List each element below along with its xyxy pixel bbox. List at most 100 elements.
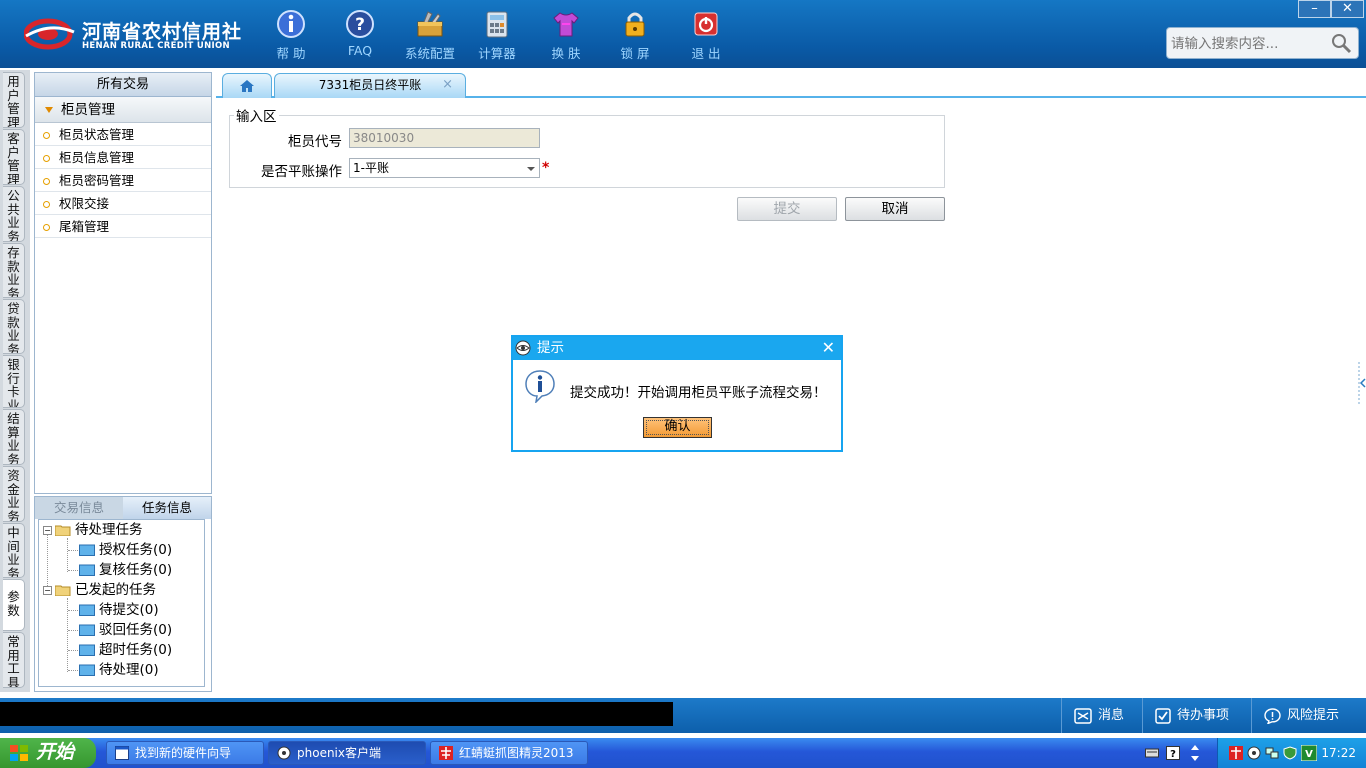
collapse-icon[interactable]: − <box>43 585 52 595</box>
menu-item-label: 权限交接 <box>59 196 110 211</box>
keyboard-icon[interactable] <box>1145 746 1159 760</box>
side-tab-parameters[interactable]: 参数 <box>3 579 25 631</box>
system-config-label: 系统配置 <box>404 46 455 61</box>
folder-icon <box>79 664 95 676</box>
start-button[interactable]: 开始 <box>0 738 96 768</box>
tree-leaf-review[interactable]: 复核任务(0) <box>79 561 172 579</box>
globe-tray-icon[interactable] <box>1247 746 1261 760</box>
prompt-dialog: 提示 ✕ 提交成功！开始调用柜员平账子流程交易！ 确认 <box>511 335 843 452</box>
collapse-icon[interactable]: − <box>43 525 52 535</box>
side-tab-settlement[interactable]: 结算业务 <box>3 409 25 465</box>
cancel-button[interactable]: 取消 <box>845 197 945 221</box>
dialog-close-icon[interactable]: ✕ <box>822 337 835 359</box>
side-tab-bank-card[interactable]: 银行卡业务 <box>3 355 25 408</box>
shirt-icon <box>553 12 579 37</box>
taskbar-hardware-wizard[interactable]: 找到新的硬件向导 <box>106 741 264 765</box>
windows-logo-icon <box>10 745 28 761</box>
tab-home[interactable] <box>222 73 272 98</box>
side-tab-customer-mgmt[interactable]: 客户管理 <box>3 129 25 185</box>
shield-icon[interactable] <box>1283 746 1297 760</box>
close-window-button[interactable]: ✕ <box>1331 0 1364 18</box>
network-icon[interactable] <box>1265 746 1279 760</box>
clock: 17:22 <box>1321 746 1356 760</box>
tree-node-initiated[interactable]: − 已发起的任务 <box>43 581 156 599</box>
dragonfly-tray-icon[interactable] <box>1229 746 1243 760</box>
balance-op-select[interactable]: 1-平账 <box>349 158 540 178</box>
menu-item-cash-box[interactable]: 尾箱管理 <box>35 215 211 238</box>
expand-right-handle[interactable] <box>1358 362 1366 406</box>
tab-title: 7331柜员日终平账 <box>318 78 422 92</box>
confirm-button[interactable]: 确认 <box>643 417 712 438</box>
bullet-icon <box>43 201 50 208</box>
antivirus-icon[interactable]: V <box>1301 745 1317 761</box>
tab-teller-eod-balance[interactable]: 7331柜员日终平账 × <box>274 73 466 98</box>
side-tab-common-tools[interactable]: 常用工具 <box>3 632 25 688</box>
lock-screen-label: 锁 屏 <box>620 46 650 61</box>
task-panel-tabs: 交易信息 任务信息 <box>35 497 211 519</box>
tree-leaf-timeout[interactable]: 超时任务(0) <box>79 641 172 659</box>
menu-item-permission-handover[interactable]: 权限交接 <box>35 192 211 215</box>
transaction-menu-title: 所有交易 <box>35 73 211 97</box>
lock-icon <box>625 12 645 37</box>
category-label: 柜员管理 <box>61 102 115 118</box>
tree-leaf-to-submit[interactable]: 待提交(0) <box>79 601 159 619</box>
calculator-button[interactable]: 计算器 <box>467 8 527 64</box>
help-button[interactable]: 帮 助 <box>261 8 321 64</box>
faq-button[interactable]: ? FAQ <box>330 8 390 64</box>
side-tab-public-business[interactable]: 公共业务 <box>3 186 25 242</box>
help-icon[interactable]: ? <box>1166 746 1180 760</box>
os-taskbar: 开始 找到新的硬件向导 phoenix客户端 红蜻蜓抓图精灵2013 ? V 1… <box>0 738 1366 768</box>
taskbar-screenshot-tool[interactable]: 红蜻蜓抓图精灵2013 <box>430 741 588 765</box>
tab-close-icon[interactable]: × <box>442 74 453 96</box>
tab-trade-info[interactable]: 交易信息 <box>35 497 123 519</box>
tab-task-info[interactable]: 任务信息 <box>123 497 211 519</box>
system-config-button[interactable]: 系统配置 <box>400 8 460 64</box>
info-icon <box>277 10 305 38</box>
minimize-button[interactable]: – <box>1298 0 1331 18</box>
menu-item-label: 柜员状态管理 <box>59 127 135 142</box>
menu-item-teller-info[interactable]: 柜员信息管理 <box>35 146 211 169</box>
todo-button[interactable]: 待办事项 <box>1142 698 1250 733</box>
calculator-icon <box>486 11 508 38</box>
teller-mgmt-category[interactable]: 柜员管理 <box>35 97 211 123</box>
taskbar-item-label: phoenix客户端 <box>297 746 381 760</box>
task-panel: 交易信息 任务信息 − 待处理任务 授权任务(0) 复核任务(0) − 已发起的任务… <box>34 496 212 692</box>
brand-name-en: HENAN RURAL CREDIT UNION <box>82 41 230 51</box>
teller-id-field[interactable]: 38010030 <box>349 128 540 148</box>
menu-item-teller-password[interactable]: 柜员密码管理 <box>35 169 211 192</box>
question-icon: ? <box>346 10 374 38</box>
tree-node-label: 待处理任务 <box>75 522 143 538</box>
taskbar-phoenix-client[interactable]: phoenix客户端 <box>268 741 426 765</box>
side-tab-intermediary[interactable]: 中间业务 <box>3 523 25 578</box>
app-globe-icon <box>515 340 531 356</box>
dropdown-arrow-icon[interactable] <box>527 167 535 171</box>
system-tray: V 17:22 <box>1217 738 1366 768</box>
lock-screen-button[interactable]: 锁 屏 <box>605 8 665 64</box>
todo-label: 待办事项 <box>1177 708 1230 723</box>
tree-leaf-rejected[interactable]: 驳回任务(0) <box>79 621 172 639</box>
risk-alert-button[interactable]: 风险提示 <box>1251 698 1366 733</box>
scroll-arrows-icon[interactable] <box>1190 744 1200 762</box>
side-tab-funds[interactable]: 资金业务 <box>3 466 25 522</box>
folder-icon <box>79 544 95 556</box>
info-icon <box>525 370 555 403</box>
submit-button[interactable]: 提交 <box>737 197 837 221</box>
tree-leaf-authorize[interactable]: 授权任务(0) <box>79 541 172 559</box>
search-icon[interactable] <box>1330 32 1352 54</box>
status-bar: 消息 待办事项 风险提示 <box>0 698 1366 733</box>
menu-item-label: 柜员密码管理 <box>59 173 135 188</box>
messages-button[interactable]: 消息 <box>1061 698 1141 733</box>
menu-item-teller-status[interactable]: 柜员状态管理 <box>35 123 211 146</box>
side-tab-loan[interactable]: 贷款业务 <box>3 299 25 354</box>
side-tab-deposit[interactable]: 存款业务 <box>3 243 25 298</box>
power-icon <box>694 12 718 36</box>
search-input[interactable] <box>1171 35 1331 53</box>
bullet-icon <box>43 178 50 185</box>
change-skin-button[interactable]: 换 肤 <box>536 8 596 64</box>
tree-node-pending[interactable]: − 待处理任务 <box>43 521 143 539</box>
balance-op-value: 1-平账 <box>353 161 389 175</box>
tree-node-label: 待处理(0) <box>99 662 159 678</box>
exit-button[interactable]: 退 出 <box>676 8 736 64</box>
tree-leaf-to-process[interactable]: 待处理(0) <box>79 661 159 679</box>
side-tab-user-mgmt[interactable]: 用户管理 <box>3 72 25 128</box>
